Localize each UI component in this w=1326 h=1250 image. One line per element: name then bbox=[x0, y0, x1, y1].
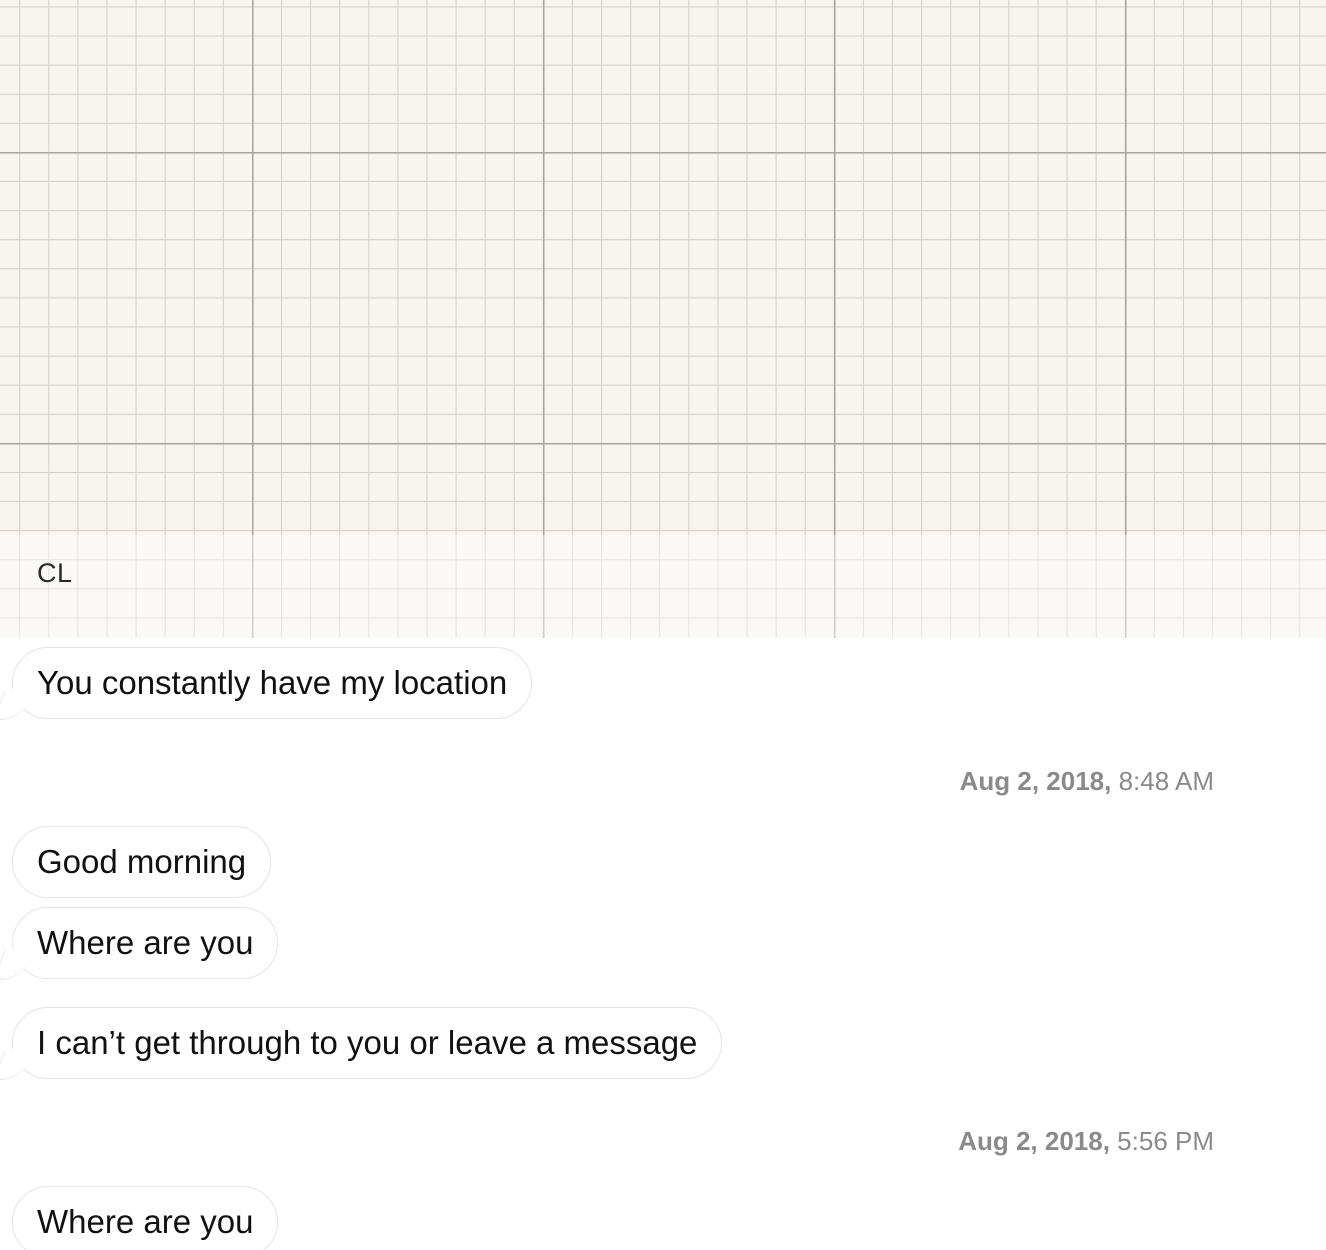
message-bubble[interactable]: You constantly have my location bbox=[12, 647, 533, 719]
message-text: You constantly have my location bbox=[37, 664, 508, 701]
message-bubble[interactable]: Where are you bbox=[12, 1186, 279, 1250]
timestamp-date: Aug 2, 2018, bbox=[959, 766, 1112, 796]
timestamp-time: 5:56 PM bbox=[1117, 1126, 1214, 1156]
message-bubble[interactable]: I can’t get through to you or leave a me… bbox=[12, 1007, 723, 1079]
timestamp-time: 8:48 AM bbox=[1118, 766, 1214, 796]
message-bubble[interactable]: Where are you bbox=[12, 907, 279, 979]
contact-initials[interactable]: CL bbox=[37, 558, 73, 589]
message-text: Good morning bbox=[37, 843, 247, 880]
timestamp: Aug 2, 2018, 8:48 AM bbox=[960, 766, 1214, 797]
message-text: Where are you bbox=[37, 924, 254, 961]
message-bubble[interactable]: Good morning bbox=[12, 826, 272, 898]
contact-header-overlay bbox=[0, 535, 1326, 638]
message-text: I can’t get through to you or leave a me… bbox=[37, 1024, 698, 1061]
timestamp-date: Aug 2, 2018, bbox=[958, 1126, 1110, 1156]
message-text: Where are you bbox=[37, 1203, 254, 1240]
timestamp: Aug 2, 2018, 5:56 PM bbox=[958, 1126, 1214, 1157]
conversation-view: CL You constantly have my location Aug 2… bbox=[0, 0, 1326, 1250]
